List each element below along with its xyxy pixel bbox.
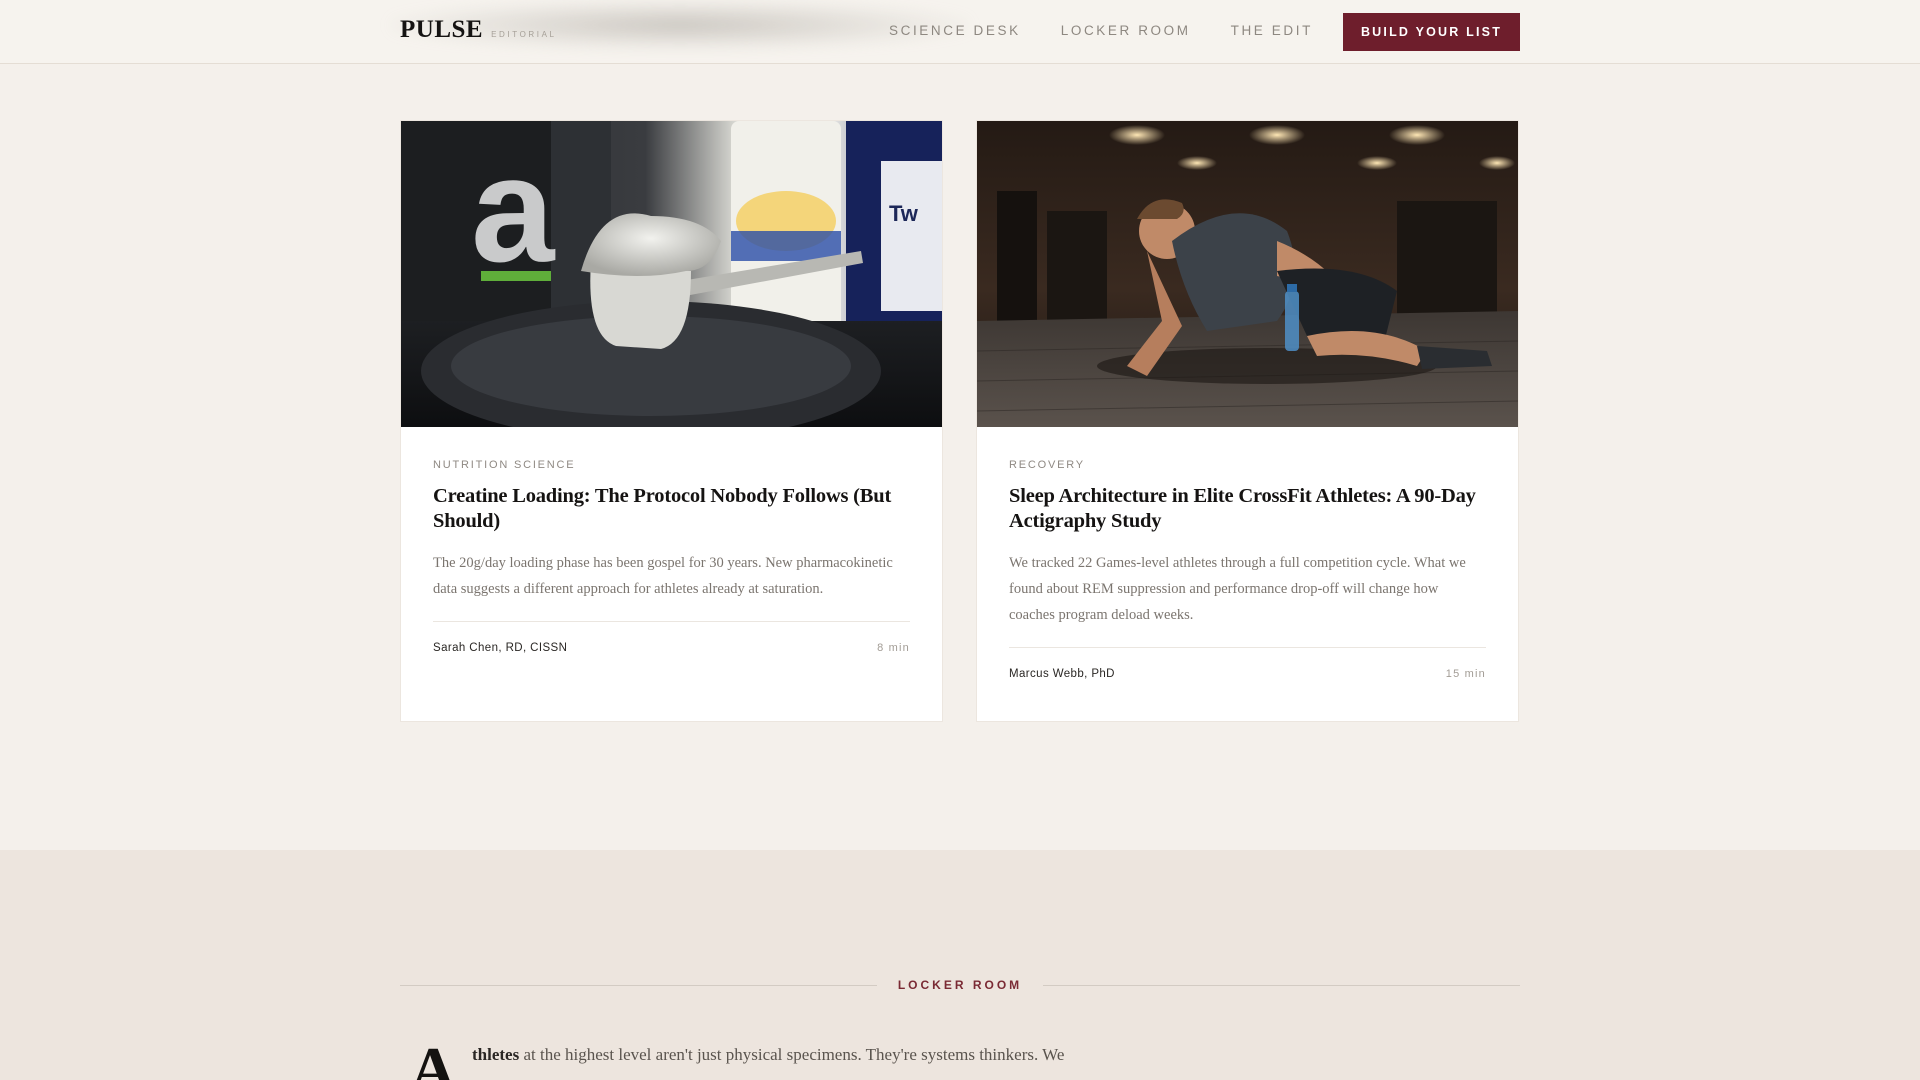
lede-bold: thletes [472,1045,520,1064]
card-excerpt: The 20g/day loading phase has been gospe… [433,555,893,597]
logo-wordmark: PULSE [400,16,484,43]
section-label: LOCKER ROOM [897,978,1023,992]
card-body: NUTRITION SCIENCE Creatine Loading: The … [401,427,942,654]
svg-text:a: a [471,125,556,293]
card-title[interactable]: Creatine Loading: The Protocol Nobody Fo… [433,484,910,534]
nav-science-desk[interactable]: SCIENCE DESK [889,23,1021,38]
card-author[interactable]: Sarah Chen, RD, CISSN [433,642,567,654]
card-meta: Sarah Chen, RD, CISSN 8 min [433,621,910,654]
athlete-resting-image[interactable] [977,121,1518,427]
article-card[interactable]: a Tw NUTRITION SCIENCE Creatine Loading:… [400,120,943,722]
card-author[interactable]: Marcus Webb, PhD [1009,668,1115,680]
nav-locker-room[interactable]: LOCKER ROOM [1061,23,1191,38]
logo-subtitle: EDITORIAL [491,30,557,39]
svg-text:Tw: Tw [889,201,919,226]
athlete-resting-gym-photo [977,121,1518,427]
site-logo[interactable]: PULSE EDITORIAL [400,16,557,44]
card-body: RECOVERY Sleep Architecture in Elite Cro… [977,427,1518,680]
creatine-scoop-image[interactable]: a Tw [401,121,942,427]
build-your-list-button[interactable]: BUILD YOUR LIST [1343,13,1520,51]
card-read-time: 8 min [877,642,910,654]
creatine-scoop-photo: a Tw [401,121,942,427]
card-title[interactable]: Sleep Architecture in Elite CrossFit Ath… [1009,484,1486,534]
article-card[interactable]: RECOVERY Sleep Architecture in Elite Cro… [976,120,1519,722]
main-nav: SCIENCE DESK LOCKER ROOM THE EDIT [889,23,1313,38]
nav-the-edit[interactable]: THE EDIT [1231,23,1313,38]
drop-cap: A [410,1034,457,1080]
site-header: PULSE EDITORIAL SCIENCE DESK LOCKER ROOM… [0,0,1920,64]
lede-text: at the highest level aren't just physica… [519,1045,1065,1064]
card-category[interactable]: RECOVERY [1009,459,1486,471]
card-category[interactable]: NUTRITION SCIENCE [433,459,910,471]
card-meta: Marcus Webb, PhD 15 min [1009,647,1486,680]
card-read-time: 15 min [1445,668,1486,680]
section-lede: thletes at the highest level aren't just… [472,1045,1092,1065]
card-excerpt: We tracked 22 Games-level athletes throu… [1009,555,1466,623]
